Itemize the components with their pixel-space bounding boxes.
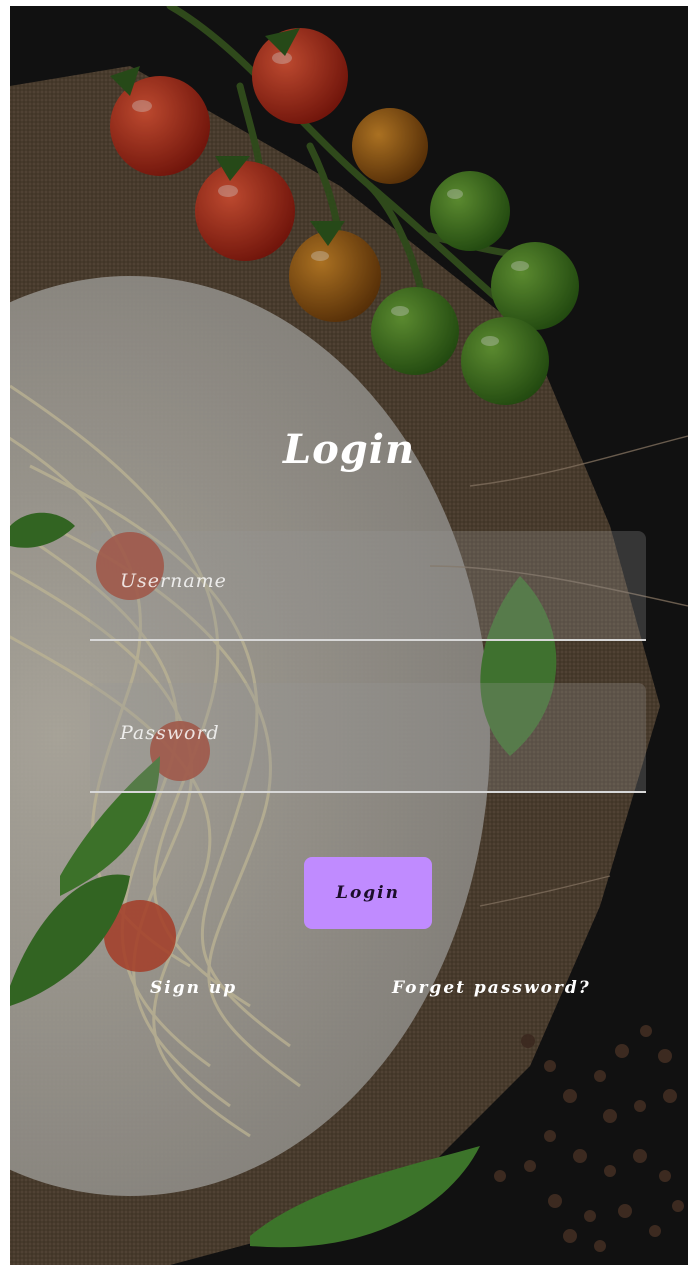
username-input[interactable]	[90, 531, 646, 639]
password-field[interactable]	[90, 683, 646, 793]
sign-up-link[interactable]: Sign up	[150, 978, 237, 998]
page-title: Login	[282, 426, 416, 473]
username-field[interactable]	[90, 531, 646, 641]
forget-password-link[interactable]: Forget password?	[392, 978, 591, 998]
login-screen: Login Login Sign up Forget password?	[10, 6, 688, 1265]
login-button[interactable]: Login	[304, 857, 432, 929]
password-input[interactable]	[90, 683, 646, 791]
